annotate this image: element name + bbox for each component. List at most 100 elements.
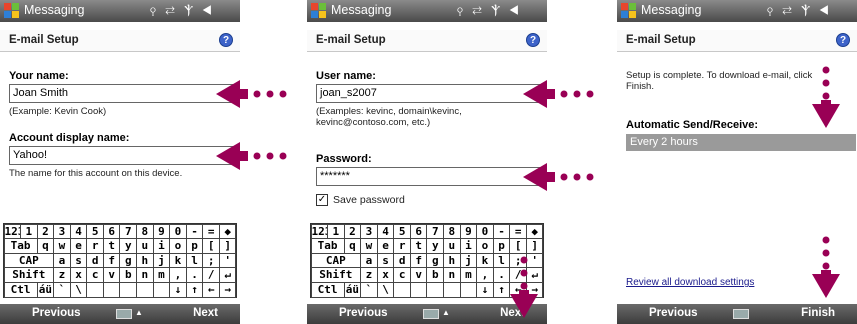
key[interactable]: s bbox=[69, 252, 88, 269]
key[interactable]: ← bbox=[202, 281, 220, 298]
key[interactable]: → bbox=[218, 281, 237, 298]
key[interactable]: m bbox=[459, 267, 478, 283]
key[interactable]: p bbox=[185, 238, 204, 254]
key[interactable]: ↑ bbox=[492, 281, 511, 298]
key[interactable]: u bbox=[136, 238, 154, 254]
caret-up-icon[interactable]: ▲ bbox=[442, 308, 450, 317]
key[interactable]: j bbox=[152, 252, 171, 269]
key[interactable] bbox=[152, 281, 171, 298]
key[interactable]: 3 bbox=[53, 223, 71, 240]
key[interactable]: v bbox=[102, 267, 121, 283]
key[interactable]: n bbox=[443, 267, 461, 283]
next-softkey[interactable]: Next bbox=[193, 307, 218, 319]
status-icons[interactable]: ⚲ ⇄ Ⲯ ◀ bbox=[767, 3, 832, 18]
your-name-input[interactable]: Joan Smith bbox=[9, 84, 235, 103]
key[interactable]: 2 bbox=[36, 223, 55, 240]
key[interactable]: j bbox=[459, 252, 478, 269]
key[interactable]: 2 bbox=[343, 223, 362, 240]
key[interactable]: 8 bbox=[136, 223, 154, 240]
key[interactable]: 4 bbox=[69, 223, 88, 240]
key[interactable] bbox=[136, 281, 154, 298]
key[interactable]: Tab bbox=[310, 238, 345, 254]
key[interactable]: = bbox=[202, 223, 220, 240]
previous-softkey[interactable]: Previous bbox=[339, 307, 388, 319]
key[interactable]: ↑ bbox=[185, 281, 204, 298]
key[interactable]: v bbox=[409, 267, 428, 283]
key[interactable]: 0 bbox=[476, 223, 494, 240]
key[interactable]: y bbox=[426, 238, 445, 254]
key[interactable]: h bbox=[136, 252, 154, 269]
key[interactable]: ] bbox=[218, 238, 237, 254]
key[interactable]: p bbox=[492, 238, 511, 254]
windows-logo-icon[interactable] bbox=[621, 3, 637, 19]
key[interactable]: c bbox=[86, 267, 104, 283]
key[interactable]: b bbox=[426, 267, 445, 283]
key[interactable]: d bbox=[393, 252, 411, 269]
key[interactable]: [ bbox=[202, 238, 220, 254]
key[interactable]: m bbox=[152, 267, 171, 283]
help-icon[interactable]: ? bbox=[526, 33, 540, 47]
key[interactable] bbox=[86, 281, 104, 298]
key[interactable]: k bbox=[476, 252, 494, 269]
key[interactable]: áü bbox=[36, 281, 55, 298]
key[interactable]: u bbox=[443, 238, 461, 254]
key[interactable]: ` bbox=[360, 281, 378, 298]
key[interactable]: e bbox=[376, 238, 395, 254]
key[interactable]: q bbox=[343, 238, 362, 254]
caret-up-icon[interactable]: ▲ bbox=[135, 308, 143, 317]
key[interactable]: l bbox=[185, 252, 204, 269]
key[interactable]: 3 bbox=[360, 223, 378, 240]
key[interactable]: w bbox=[360, 238, 378, 254]
key[interactable]: ' bbox=[218, 252, 237, 269]
key[interactable]: \ bbox=[376, 281, 395, 298]
previous-softkey[interactable]: Previous bbox=[32, 307, 81, 319]
key[interactable]: ↵ bbox=[525, 267, 544, 283]
key[interactable]: , bbox=[476, 267, 494, 283]
key[interactable]: - bbox=[185, 223, 204, 240]
key[interactable]: 1 bbox=[327, 223, 345, 240]
key[interactable]: Ctl bbox=[310, 281, 345, 298]
key[interactable]: = bbox=[509, 223, 527, 240]
key[interactable] bbox=[102, 281, 121, 298]
key[interactable]: y bbox=[119, 238, 138, 254]
key[interactable] bbox=[119, 281, 138, 298]
key[interactable]: e bbox=[69, 238, 88, 254]
key[interactable]: x bbox=[69, 267, 88, 283]
key[interactable]: b bbox=[119, 267, 138, 283]
key[interactable]: w bbox=[53, 238, 71, 254]
key[interactable]: \ bbox=[69, 281, 88, 298]
password-input[interactable]: ******* bbox=[316, 167, 542, 186]
key[interactable]: ` bbox=[53, 281, 71, 298]
review-download-settings-link[interactable]: Review all download settings bbox=[626, 277, 754, 288]
key[interactable]: áü bbox=[343, 281, 362, 298]
key[interactable]: 4 bbox=[376, 223, 395, 240]
key[interactable]: ◆ bbox=[218, 223, 237, 240]
key[interactable]: ↵ bbox=[218, 267, 237, 283]
key[interactable] bbox=[443, 281, 461, 298]
key[interactable]: n bbox=[136, 267, 154, 283]
key[interactable]: . bbox=[492, 267, 511, 283]
auto-send-receive-select[interactable]: Every 2 hours bbox=[626, 134, 856, 151]
key[interactable]: CAP bbox=[310, 252, 362, 269]
key[interactable]: r bbox=[86, 238, 104, 254]
key[interactable]: 9 bbox=[459, 223, 478, 240]
key[interactable]: / bbox=[202, 267, 220, 283]
keyboard-icon[interactable] bbox=[733, 309, 749, 319]
key[interactable]: f bbox=[102, 252, 121, 269]
key[interactable]: Ctl bbox=[3, 281, 38, 298]
account-display-name-input[interactable]: Yahoo! bbox=[9, 146, 235, 165]
key[interactable]: ↓ bbox=[169, 281, 187, 298]
soft-keyboard[interactable]: 1231234567890-=◆Tabqwertyuiop[]CAPasdfgh… bbox=[3, 223, 237, 298]
key[interactable]: Shift bbox=[3, 267, 55, 283]
key[interactable]: 6 bbox=[102, 223, 121, 240]
key[interactable]: a bbox=[360, 252, 378, 269]
key[interactable]: ↓ bbox=[476, 281, 494, 298]
key[interactable]: c bbox=[393, 267, 411, 283]
key[interactable]: a bbox=[53, 252, 71, 269]
key[interactable]: 1 bbox=[20, 223, 38, 240]
key[interactable]: CAP bbox=[3, 252, 55, 269]
key[interactable]: z bbox=[53, 267, 71, 283]
help-icon[interactable]: ? bbox=[219, 33, 233, 47]
key[interactable] bbox=[459, 281, 478, 298]
key[interactable]: o bbox=[476, 238, 494, 254]
